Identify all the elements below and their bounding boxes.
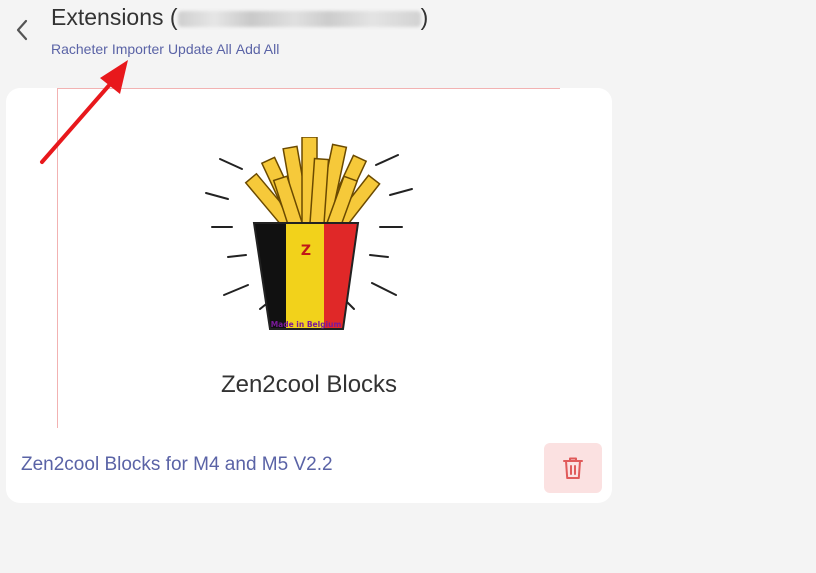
importer-link[interactable]: Importer bbox=[112, 41, 164, 57]
header-actions: Racheter Importer Update All Add All bbox=[51, 41, 279, 57]
thumbnail-caption: Zen2cool Blocks bbox=[220, 371, 398, 398]
extension-thumbnail: Z Made in Belgium Zen2cool Blocks bbox=[57, 88, 560, 428]
title-close-paren: ) bbox=[420, 4, 429, 30]
racheter-link[interactable]: Racheter bbox=[51, 41, 108, 57]
page-title: Extensions ( ) bbox=[51, 4, 428, 31]
fries-logo-icon: Z Made in Belgium bbox=[205, 137, 413, 330]
trash-icon bbox=[563, 457, 583, 479]
extension-name[interactable]: Zen2cool Blocks for M4 and M5 V2.2 bbox=[21, 454, 333, 476]
account-email-redacted bbox=[177, 10, 421, 27]
title-text: Extensions ( bbox=[51, 4, 178, 30]
update-all-link[interactable]: Update All bbox=[168, 41, 232, 57]
extension-card[interactable]: Z Made in Belgium Zen2cool Blocks Zen2co… bbox=[6, 88, 612, 503]
logo-letter: Z bbox=[301, 243, 311, 259]
logo-made-in-belgium: Made in Belgium bbox=[271, 320, 342, 329]
delete-extension-button[interactable] bbox=[544, 443, 602, 493]
chevron-left-icon bbox=[16, 19, 28, 41]
back-button[interactable] bbox=[8, 16, 36, 44]
add-all-link[interactable]: Add All bbox=[236, 41, 280, 57]
